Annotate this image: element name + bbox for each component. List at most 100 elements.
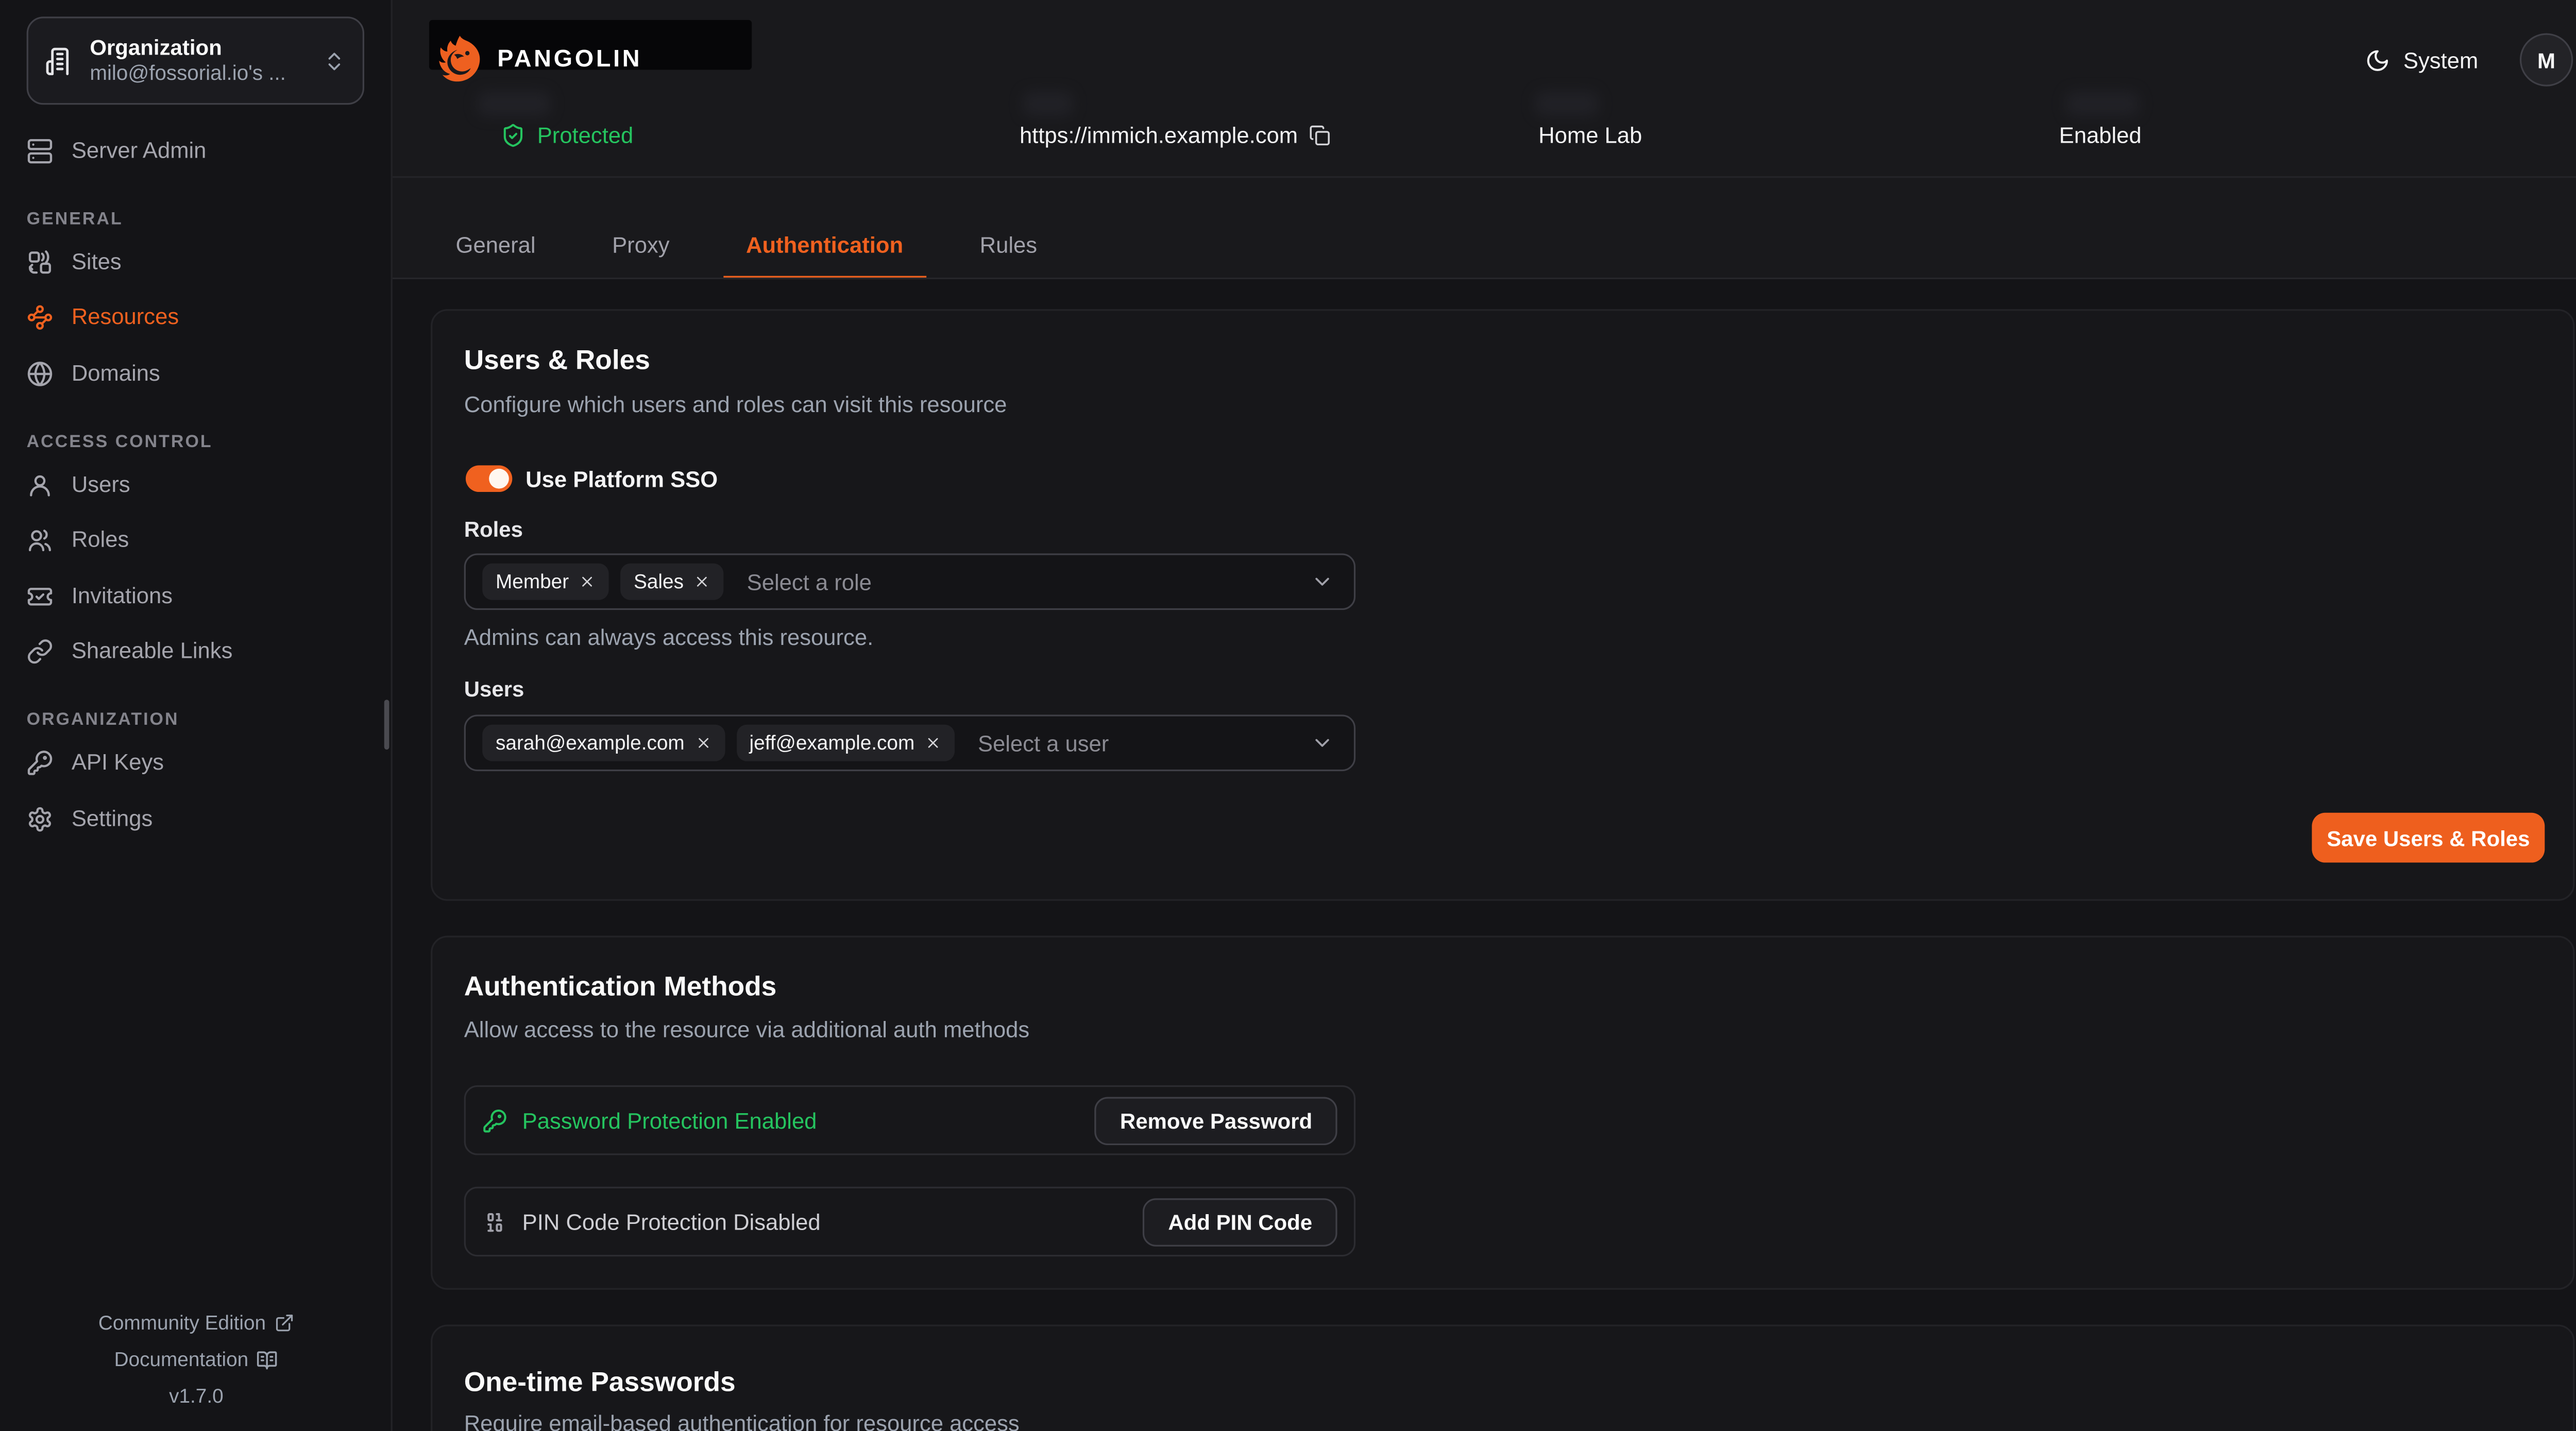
password-status-label: Password Protection Enabled (522, 1108, 817, 1132)
tab-general[interactable]: General (432, 213, 558, 279)
pin-status-label: PIN Code Protection Disabled (522, 1209, 821, 1234)
button-label: Add PIN Code (1168, 1209, 1312, 1234)
roles-select[interactable]: Member Sales Select a role (464, 553, 1355, 610)
binary-icon (482, 1209, 507, 1234)
community-edition-link[interactable]: Community Edition (0, 1305, 393, 1341)
protected-label: Protected (537, 123, 634, 148)
sidebar-scrollbar[interactable] (384, 700, 389, 749)
sidebar-section-access-control: ACCESS CONTROL (27, 431, 213, 454)
tab-label: General (456, 233, 536, 258)
card-title: One-time Passwords (464, 1366, 736, 1400)
toggle-knob (489, 469, 509, 489)
card-subtitle: Configure which users and roles can visi… (464, 392, 1007, 419)
sidebar-item-label: Settings (72, 801, 152, 838)
sidebar-item-settings[interactable]: Settings (27, 801, 153, 838)
key-icon (27, 749, 54, 776)
org-switcher[interactable]: Organization milo@fossorial.io's ... (27, 16, 364, 105)
enabled-label: Enabled (2059, 123, 2142, 148)
page-header: PANGOLIN System M (393, 0, 2576, 279)
users-field-label: Users (464, 676, 524, 703)
sidebar-item-label: Shareable Links (72, 633, 233, 670)
sidebar-item-label: Sites (72, 244, 122, 281)
tab-label: Authentication (746, 233, 903, 258)
remove-chip-icon[interactable] (693, 573, 710, 590)
tabs-border (393, 278, 2576, 279)
sidebar-item-label: Resources (72, 299, 179, 336)
url-text: https://immich.example.com (1020, 123, 1298, 148)
external-link-icon (274, 1313, 294, 1333)
sidebar-item-sites[interactable]: Sites (27, 244, 122, 281)
remove-chip-icon[interactable] (925, 735, 941, 751)
gear-icon (27, 806, 54, 833)
save-users-roles-button[interactable]: Save Users & Roles (2312, 813, 2545, 863)
sso-toggle[interactable] (466, 465, 512, 492)
sidebar-item-label: Users (72, 467, 130, 504)
card-title: Users & Roles (464, 344, 650, 378)
remove-chip-icon[interactable] (579, 573, 595, 590)
redacted-label (1023, 91, 1073, 116)
roles-field-label: Roles (464, 517, 523, 543)
book-open-icon (257, 1349, 278, 1370)
roles-placeholder: Select a role (747, 569, 872, 594)
card-subtitle: Allow access to the resource via additio… (464, 1017, 1029, 1044)
shield-check-icon (501, 123, 526, 148)
resource-url: https://immich.example.com (1020, 122, 1331, 150)
user-icon (27, 472, 54, 499)
site-label: Home Lab (1538, 123, 1642, 148)
user-chip: jeff@example.com (736, 725, 955, 761)
app-window: Organization milo@fossorial.io's ... Ser… (0, 0, 2576, 1431)
chip-label: Sales (634, 570, 684, 593)
users-select[interactable]: sarah@example.com jeff@example.com Selec… (464, 714, 1355, 771)
sidebar-section-organization: ORGANIZATION (27, 708, 179, 731)
org-switcher-value: milo@fossorial.io's ... (90, 61, 308, 86)
brand-logo[interactable]: PANGOLIN (432, 33, 642, 87)
pin-status: PIN Code Protection Disabled (482, 1209, 820, 1234)
documentation-link[interactable]: Documentation (0, 1341, 393, 1378)
sidebar-item-label: Invitations (72, 578, 173, 615)
main-area: PANGOLIN System M (393, 0, 2576, 1431)
sso-toggle-label: Use Platform SSO (526, 467, 718, 494)
pin-method-row: PIN Code Protection Disabled Add PIN Cod… (464, 1187, 1355, 1257)
tab-bar: General Proxy Authentication Rules (432, 176, 1090, 279)
chevron-down-icon (1311, 570, 1334, 593)
avatar[interactable]: M (2520, 33, 2573, 87)
sidebar-item-resources[interactable]: Resources (27, 299, 179, 336)
users-icon (27, 527, 54, 554)
users-roles-card: Users & Roles Configure which users and … (431, 309, 2574, 901)
sidebar-item-label: API Keys (72, 744, 164, 781)
link-icon (27, 638, 54, 665)
button-label: Save Users & Roles (2327, 825, 2530, 850)
sidebar-item-users[interactable]: Users (27, 467, 130, 504)
sidebar-item-server-admin[interactable]: Server Admin (27, 133, 207, 169)
org-switcher-label: Organization (90, 35, 308, 62)
tab-authentication[interactable]: Authentication (723, 213, 926, 279)
key-icon (482, 1108, 507, 1132)
add-pin-code-button[interactable]: Add PIN Code (1143, 1198, 1337, 1246)
tab-proxy[interactable]: Proxy (589, 213, 693, 279)
ticket-check-icon (27, 584, 54, 610)
documentation-label: Documentation (114, 1348, 249, 1371)
site-name: Home Lab (1538, 122, 1642, 150)
sidebar-section-general: GENERAL (27, 208, 123, 231)
admins-note: Admins can always access this resource. (464, 625, 874, 652)
redacted-label (1535, 91, 1599, 116)
combine-icon (27, 249, 54, 276)
copy-icon[interactable] (1310, 125, 1331, 146)
sidebar-item-roles[interactable]: Roles (27, 522, 129, 558)
role-chip: Sales (620, 564, 723, 600)
waypoints-icon (27, 304, 54, 331)
tab-rules[interactable]: Rules (956, 213, 1060, 279)
chip-label: Member (496, 570, 569, 593)
sidebar-item-shareable-links[interactable]: Shareable Links (27, 633, 233, 670)
chevron-down-icon (1311, 731, 1334, 755)
sidebar-item-invitations[interactable]: Invitations (27, 578, 173, 615)
remove-password-button[interactable]: Remove Password (1095, 1096, 1337, 1145)
user-chip: sarah@example.com (482, 725, 724, 761)
moon-icon (2365, 47, 2390, 72)
sidebar-item-domains[interactable]: Domains (27, 355, 160, 392)
role-chip: Member (482, 564, 608, 600)
sidebar-item-api-keys[interactable]: API Keys (27, 744, 164, 781)
theme-toggle[interactable]: System (2365, 43, 2479, 77)
chevrons-up-down-icon (323, 49, 346, 72)
remove-chip-icon[interactable] (694, 735, 711, 751)
